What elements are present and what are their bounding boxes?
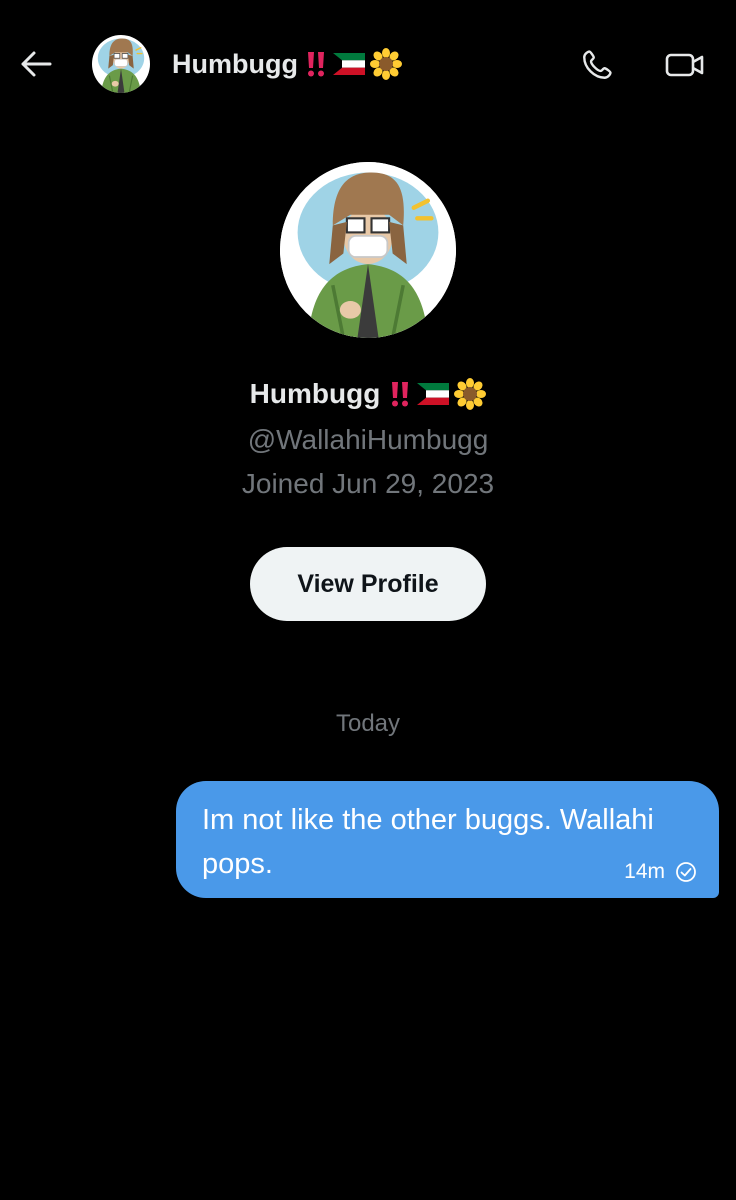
message-text: Im not like the other buggs. Wallahi pop… [202,804,654,880]
profile-joined-date: Joined Jun 29, 2023 [241,468,495,499]
outgoing-message-bubble[interactable]: Im not like the other buggs. Wallahi pop… [176,781,719,898]
message-timestamp: 14m [624,860,665,883]
profile-name: Humbugg [0,378,736,410]
header-name-text: Humbugg [172,48,298,79]
kuwait-flag-icon [417,383,450,405]
header-avatar[interactable] [92,35,150,93]
profile-name-text: Humbugg [249,378,381,409]
date-divider: Today [335,710,401,737]
back-arrow-icon [21,51,52,77]
video-camera-icon [665,53,704,77]
conversation-header: Humbugg [0,0,736,130]
profile-handle: @WallahiHumbugg [247,424,489,455]
voice-call-button[interactable] [574,42,620,88]
view-profile-button[interactable]: View Profile [250,547,486,621]
profile-avatar-image [280,162,456,338]
sunflower-icon [369,48,402,80]
video-call-button[interactable] [660,42,710,88]
message-meta: 14m [624,860,697,884]
double-exclamation-icon [388,380,412,408]
sent-check-icon [675,861,697,883]
kuwait-flag-icon [332,53,365,75]
profile-avatar[interactable] [280,162,456,338]
avatar-image [92,35,150,93]
header-contact-name[interactable]: Humbugg [172,44,402,84]
sunflower-icon [454,378,487,410]
phone-icon [583,50,612,79]
double-exclamation-icon [304,50,328,78]
back-button[interactable] [14,42,58,86]
